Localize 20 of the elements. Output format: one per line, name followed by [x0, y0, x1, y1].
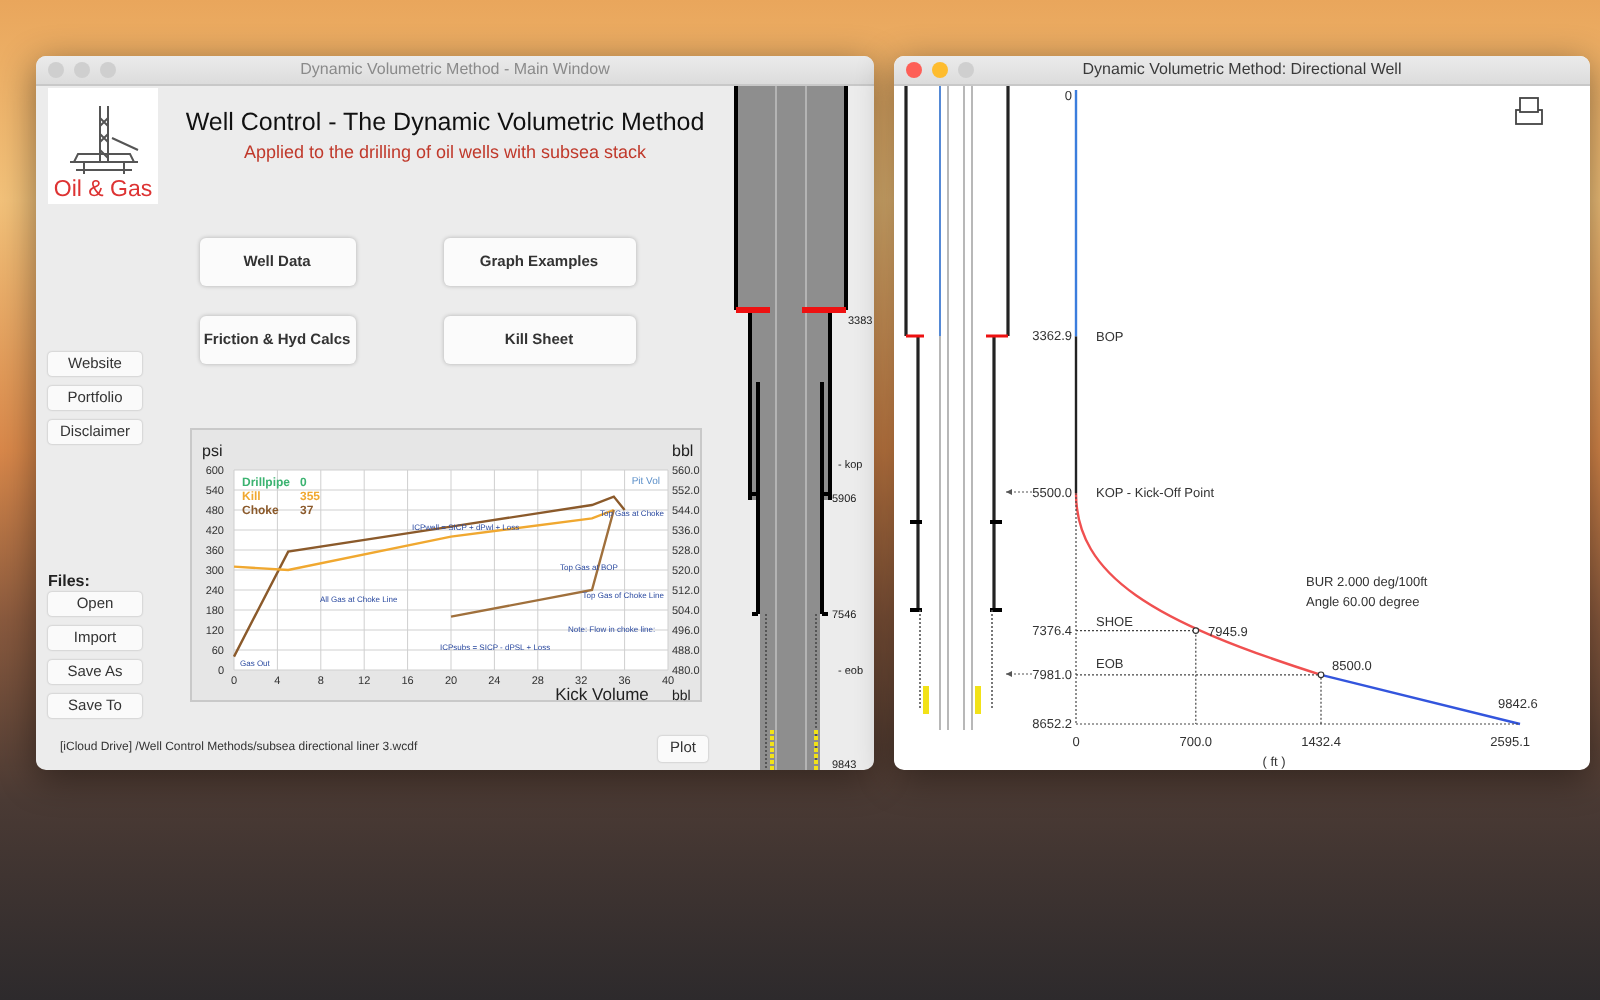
zoom-button[interactable] [958, 62, 974, 78]
app-heading: Well Control - The Dynamic Volumetric Method [185, 106, 705, 140]
app-subtitle: Applied to the drilling of oil wells with subsea stack [243, 140, 647, 164]
printer-icon[interactable] [1515, 97, 1543, 125]
axis-label: psi [201, 442, 222, 460]
minimize-button[interactable] [74, 62, 90, 78]
point-marker [1192, 627, 1200, 634]
window-title: Dynamic Volumetric Method: Directional Well [1082, 58, 1402, 82]
files-label: Files: [48, 572, 90, 592]
axis-label: Kick Volume [554, 684, 648, 704]
close-button[interactable] [906, 62, 922, 78]
axis-label: bbl [671, 442, 693, 460]
minimize-button[interactable] [932, 62, 948, 78]
close-button[interactable] [48, 62, 64, 78]
zoom-button[interactable] [100, 62, 116, 78]
arrow [1005, 671, 1035, 677]
logo-text: Oil & Gas [53, 178, 153, 204]
window-title: Dynamic Volumetric Method - Main Window [300, 58, 610, 82]
arrow [1005, 489, 1035, 495]
point-marker [1317, 671, 1325, 679]
